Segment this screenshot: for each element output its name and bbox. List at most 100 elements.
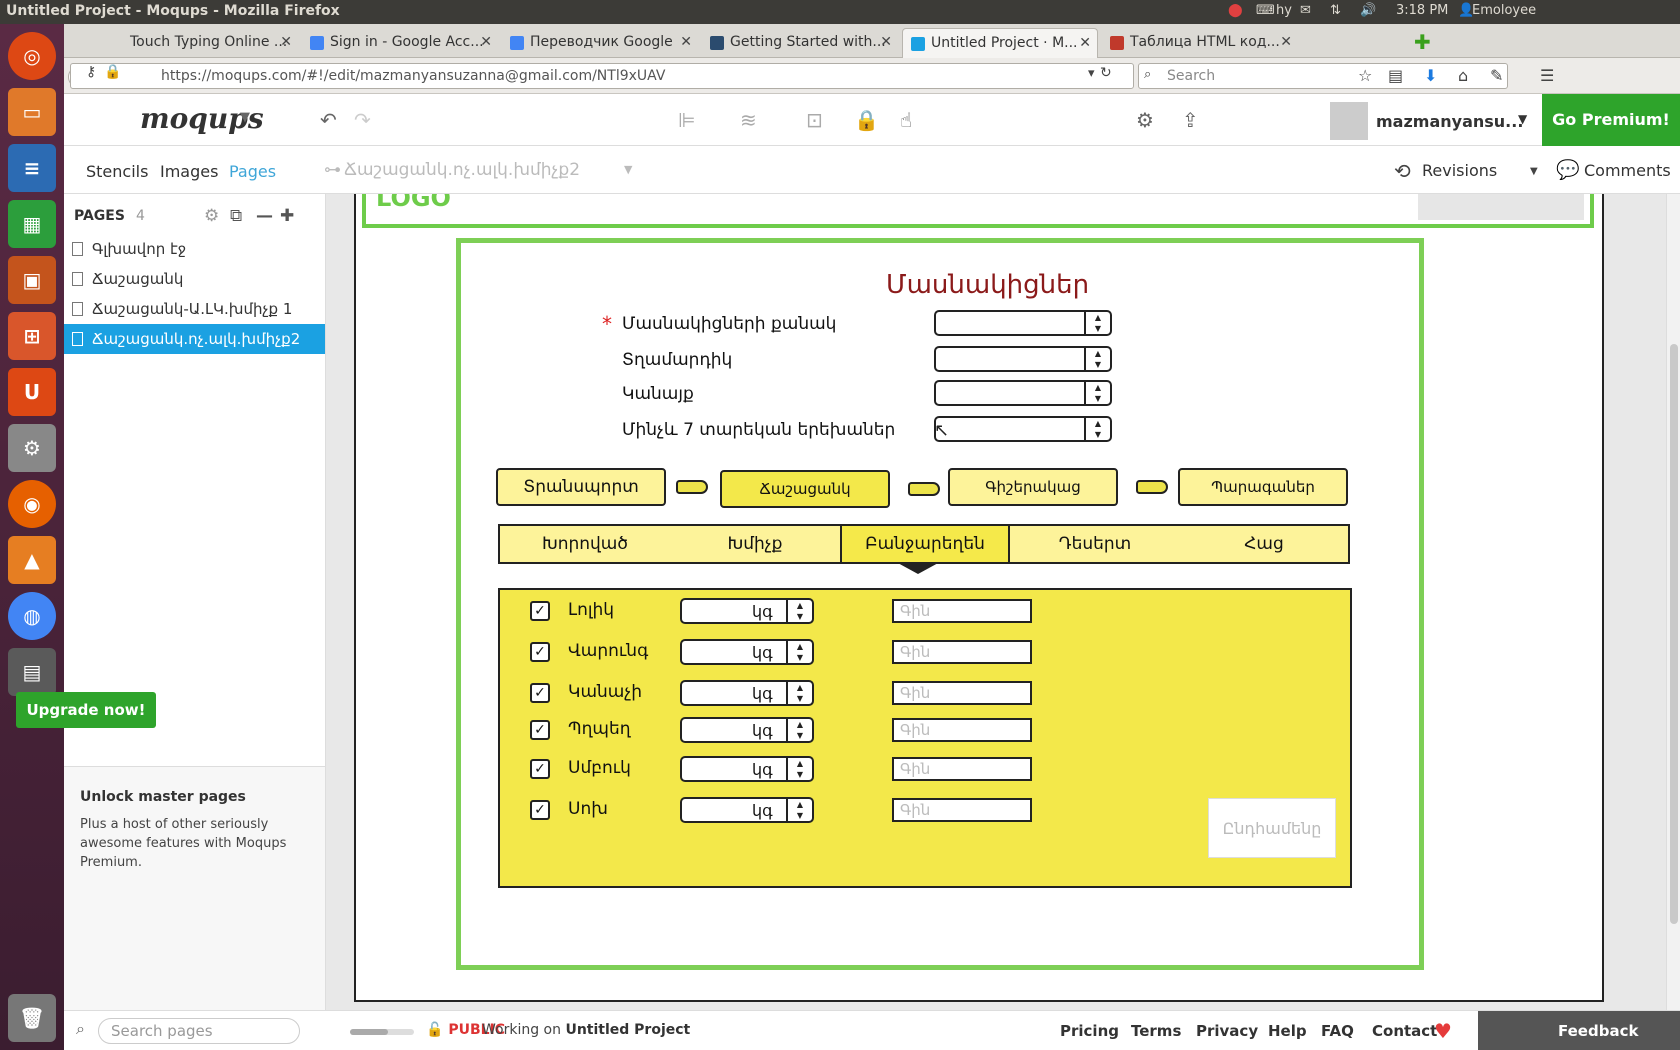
calc-icon[interactable]: ▦ [8, 200, 56, 248]
price-input[interactable]: Գին [892, 599, 1032, 623]
category-tab[interactable]: Դեսերտ [1010, 526, 1180, 562]
tab-pages[interactable]: Pages [229, 162, 276, 181]
item-checkbox[interactable]: ✓ [530, 683, 550, 703]
tab-stencils[interactable]: Stencils [86, 162, 148, 181]
close-tab-icon[interactable]: ✕ [1280, 34, 1292, 50]
padlock-icon[interactable]: 🔒 [854, 108, 879, 132]
price-input[interactable]: Գին [892, 718, 1032, 742]
reading-list-icon[interactable]: ▤ [1388, 66, 1403, 85]
session-user[interactable]: Emoloyee [1472, 3, 1536, 18]
price-input[interactable]: Գին [892, 757, 1032, 781]
menu-icon[interactable]: ☰ [1540, 66, 1554, 85]
feedback-button[interactable]: Feedback [1478, 1011, 1680, 1050]
revisions-dropdown-icon[interactable]: ▼ [1530, 166, 1538, 177]
current-page-selector[interactable]: Ճաշացանկ.ոչ.ալկ.խմիչք2 [344, 160, 580, 180]
keyboard-icon[interactable]: ⌨ [1256, 3, 1275, 18]
category-tab[interactable]: Խորոված [500, 526, 670, 562]
duplicate-page-icon[interactable]: ⧉ [230, 206, 242, 226]
reload-icon[interactable]: ↻ [1100, 65, 1112, 81]
bookmark-star-icon[interactable]: ☆ [1358, 66, 1372, 85]
page-item[interactable]: Ճաշացանկ [64, 264, 325, 294]
spin-arrows-icon[interactable]: ▲ ▼ [786, 600, 812, 622]
close-tab-icon[interactable]: ✕ [480, 34, 492, 50]
network-icon[interactable]: ⇅ [1330, 3, 1341, 18]
impress-icon[interactable]: ▣ [8, 256, 56, 304]
page-item[interactable]: Ճաշացանկ-Ա.ԼԿ.խմիչք 1 [64, 294, 325, 324]
ubuntu-dash-icon[interactable]: ◎ [8, 32, 56, 80]
browser-tab[interactable]: Sign in - Google Acc... ✕ [302, 28, 498, 58]
user-dropdown-icon[interactable]: ▼ [1518, 112, 1527, 126]
interaction-icon[interactable]: ☝ [900, 108, 912, 132]
total-field[interactable]: Ընդհամենը [1208, 798, 1336, 858]
comments-button[interactable]: Comments [1584, 161, 1671, 180]
browser-tab-active[interactable]: Untitled Project · M... ✕ [902, 28, 1098, 58]
spin-arrows-icon[interactable]: ▲ ▼ [786, 799, 812, 821]
zoom-slider[interactable] [350, 1029, 414, 1035]
keyboard-layout[interactable]: hy [1276, 3, 1292, 18]
spin-arrows-icon[interactable]: ▲ ▼ [786, 682, 812, 704]
items-panel[interactable]: ✓ Լոլիկ կգ ▲ ▼ Գին ✓ Վարունգ կգ ▲ ▼ Գին ✓ Կա… [498, 588, 1352, 888]
mail-icon[interactable]: ✉ [1300, 3, 1311, 18]
page-dropdown-icon[interactable]: ▼ [624, 163, 632, 176]
item-checkbox[interactable]: ✓ [530, 759, 550, 779]
quantity-stepper[interactable]: կգ ▲ ▼ [680, 797, 814, 823]
spin-arrows-icon[interactable]: ▲ ▼ [786, 758, 812, 780]
downloads-icon[interactable]: ⬇ [1424, 66, 1437, 85]
gear-icon[interactable]: ⚙ [1136, 108, 1154, 132]
remove-page-icon[interactable]: — [256, 206, 273, 226]
browser-search-input[interactable]: Search [1138, 63, 1508, 89]
volume-icon[interactable]: 🔊 [1360, 3, 1376, 18]
browser-tab[interactable]: Touch Typing Online ... ✕ [102, 28, 298, 58]
vlc-icon[interactable]: ▲ [8, 536, 56, 584]
logo-dropdown-icon[interactable]: ▼ [240, 110, 250, 125]
footer-link-privacy[interactable]: Privacy [1196, 1022, 1258, 1040]
close-tab-icon[interactable]: ✕ [880, 34, 892, 50]
page-item[interactable]: Գլխավոր էջ [64, 234, 325, 264]
design-canvas[interactable]: LOGO Մասնակիցներ * Մասնակիցների քանակ ▲ ▼… [326, 194, 1666, 1010]
chrome-icon[interactable]: ◍ [8, 592, 56, 640]
firefox-icon[interactable]: ◉ [8, 480, 56, 528]
category-tab-active[interactable]: Բանջարեղեն [840, 526, 1010, 562]
item-checkbox[interactable]: ✓ [530, 601, 550, 621]
home-icon[interactable]: ⌂ [1458, 66, 1468, 85]
notification-icon[interactable]: ⬤ [1228, 3, 1243, 18]
workspaces-icon[interactable]: ▤ [8, 648, 56, 696]
go-premium-button[interactable]: Go Premium! [1542, 94, 1680, 146]
browser-tab[interactable]: Переводчик Google ✕ [502, 28, 698, 58]
extension-icon[interactable]: ✎ [1490, 66, 1503, 85]
item-checkbox[interactable]: ✓ [530, 642, 550, 662]
heart-icon[interactable]: ♥ [1434, 1019, 1452, 1043]
category-tabs[interactable]: Խորոված Խմիչք Բանջարեղեն Դեսերտ Հաց [498, 524, 1350, 564]
close-tab-icon[interactable]: ✕ [1079, 35, 1091, 51]
footer-link-help[interactable]: Help [1268, 1022, 1307, 1040]
quantity-stepper[interactable]: կգ ▲ ▼ [680, 598, 814, 624]
price-input[interactable]: Գին [892, 640, 1032, 664]
browser-tab[interactable]: Getting Started with... ✕ [702, 28, 898, 58]
price-input[interactable]: Գին [892, 798, 1032, 822]
page-item-active[interactable]: Ճաշացանկ.ոչ.ալկ.խմիչք2 [64, 324, 325, 354]
settings-icon[interactable]: ⚙ [8, 424, 56, 472]
search-pages-input[interactable]: Search pages [98, 1018, 300, 1044]
footer-link-pricing[interactable]: Pricing [1060, 1022, 1119, 1040]
clock[interactable]: 3:18 PM [1396, 3, 1448, 18]
avatar[interactable] [1330, 102, 1368, 140]
layers-icon[interactable]: ≋ [740, 108, 757, 132]
footer-link-terms[interactable]: Terms [1131, 1022, 1181, 1040]
canvas-scrollbar[interactable] [1666, 194, 1680, 1010]
tab-images[interactable]: Images [160, 162, 218, 181]
category-tab[interactable]: Խմիչք [670, 526, 840, 562]
close-tab-icon[interactable]: ✕ [280, 34, 292, 50]
page-settings-icon[interactable]: ⚙ [204, 206, 219, 226]
quantity-stepper[interactable]: կգ ▲ ▼ [680, 756, 814, 782]
undo-icon[interactable]: ↶ [320, 108, 337, 132]
new-tab-icon[interactable]: ✚ [1414, 30, 1431, 54]
quantity-stepper[interactable]: կգ ▲ ▼ [680, 717, 814, 743]
spin-arrows-icon[interactable]: ▲ ▼ [786, 641, 812, 663]
project-name[interactable]: Untitled Project [565, 1022, 690, 1038]
trash-icon[interactable]: 🗑 [8, 994, 56, 1042]
writer-icon[interactable]: ≡ [8, 144, 56, 192]
group-icon[interactable]: ⊡ [806, 108, 823, 132]
revisions-button[interactable]: Revisions [1422, 161, 1497, 180]
footer-link-contact[interactable]: Contact [1372, 1022, 1437, 1040]
upgrade-now-button[interactable]: Upgrade now! [16, 692, 156, 728]
